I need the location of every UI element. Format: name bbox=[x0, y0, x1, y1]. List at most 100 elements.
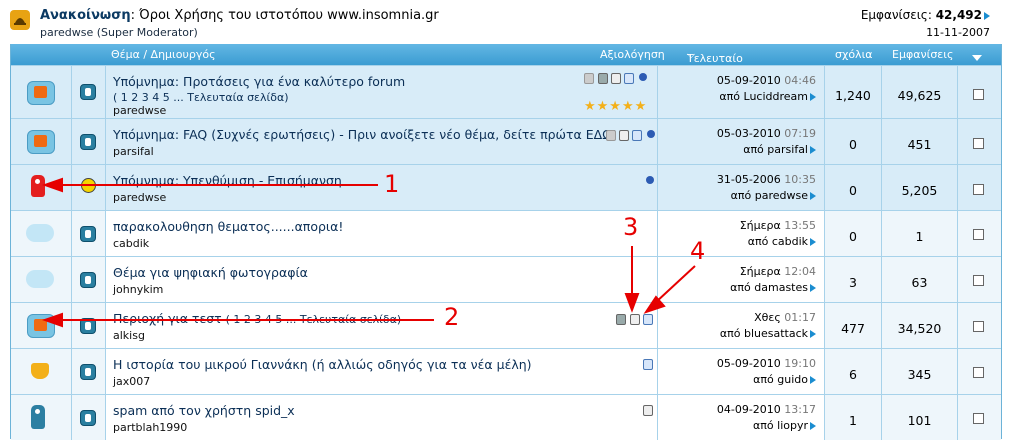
pin-icon bbox=[647, 130, 655, 138]
header-last-post[interactable]: Τελευταίο μήνυμα ⌵ bbox=[687, 48, 743, 78]
page-links[interactable]: ( 1 2 3 4 5 ... Τελευταία σελίδα) bbox=[113, 91, 289, 104]
header-replies[interactable]: σχόλια bbox=[835, 48, 873, 61]
last-post-user[interactable]: από cabdik bbox=[748, 235, 816, 248]
reply-count[interactable]: 0 bbox=[825, 229, 881, 244]
last-post-user[interactable]: από guido bbox=[753, 373, 816, 386]
paperclip-icon bbox=[611, 73, 621, 84]
thread-title[interactable]: spam από τον χρήστη spid_x bbox=[113, 403, 295, 418]
announcement-author[interactable]: paredwse (Super Moderator) bbox=[40, 26, 198, 39]
announcement-date: 11-11-2007 bbox=[926, 26, 990, 39]
last-post-date: Χθες 01:17 bbox=[754, 311, 816, 324]
sticky-folder-icon bbox=[27, 130, 55, 154]
thread-author[interactable]: alkisg bbox=[113, 329, 145, 342]
thread-title[interactable]: Υπόμνημα: Υπενθύμιση - Επισήμανση bbox=[113, 173, 342, 188]
thread-prefix-icon bbox=[80, 134, 96, 150]
row-checkbox[interactable] bbox=[973, 229, 984, 240]
last-post-user[interactable]: από bluesattack bbox=[720, 327, 816, 340]
announcement-title[interactable]: Ανακοίνωση: Όροι Χρήσης του ιστοτόπου ww… bbox=[40, 8, 439, 23]
cloud-folder-icon bbox=[26, 224, 54, 242]
row-checkbox[interactable] bbox=[973, 89, 984, 100]
table-row: spam από τον χρήστη spid_x partblah1990 … bbox=[11, 394, 1001, 440]
thread-author[interactable]: paredwse bbox=[113, 104, 166, 117]
view-count: 345 bbox=[907, 367, 932, 382]
last-post-user[interactable]: από liopyr bbox=[753, 419, 816, 432]
warning-prefix-icon bbox=[81, 178, 96, 193]
attachment-icon bbox=[606, 130, 616, 141]
arrow-right-icon[interactable] bbox=[984, 11, 990, 20]
thread-title[interactable]: Υπόμνημα: FAQ (Συχνές ερωτήσεις) - Πριν … bbox=[113, 127, 617, 142]
last-post-date: Σήμερα 12:04 bbox=[739, 265, 816, 278]
thread-title[interactable]: παρακολουθηση θεματος......απορια! bbox=[113, 219, 343, 234]
last-post-user[interactable]: από damastes bbox=[730, 281, 816, 294]
last-post-date: 05-03-2010 07:19 bbox=[716, 127, 816, 140]
thread-author[interactable]: johnykim bbox=[113, 283, 163, 296]
header-views[interactable]: Εμφανίσεις bbox=[892, 48, 953, 61]
thread-author[interactable]: cabdik bbox=[113, 237, 149, 250]
reply-count[interactable]: 477 bbox=[825, 321, 881, 336]
thread-prefix-icon bbox=[80, 226, 96, 242]
thread-title[interactable]: Περιοχή για τεστ ( 1 2 3 4 5 ... Τελευτα… bbox=[113, 311, 401, 326]
table-row: παρακολουθηση θεματος......απορια! cabdi… bbox=[11, 210, 1001, 257]
page-links[interactable]: ( 1 2 3 4 5 ... Τελευταία σελίδα) bbox=[226, 313, 402, 326]
last-post-date: Σήμερα 13:55 bbox=[739, 219, 816, 232]
checkmark-icon bbox=[643, 359, 653, 370]
locked-folder-icon bbox=[31, 405, 45, 429]
table-row: Υπόμνημα: Υπενθύμιση - Επισήμανση paredw… bbox=[11, 164, 1001, 211]
reply-count[interactable]: 1,240 bbox=[825, 88, 881, 103]
rating-stars: ★★★★★ bbox=[584, 99, 648, 114]
thread-prefix-icon bbox=[80, 364, 96, 380]
table-header: Θέμα / Δημιουργός Αξιολόγηση Τελευταίο μ… bbox=[11, 44, 1001, 78]
annotation-label: 1 bbox=[384, 170, 400, 198]
thread-title[interactable]: Θέμα για ψηφιακή φωτογραφία bbox=[113, 265, 308, 280]
thread-author[interactable]: jax007 bbox=[113, 375, 150, 388]
thread-title[interactable]: Η ιστορία του μικρού Γιαννάκη (ή αλλιώς … bbox=[113, 357, 532, 372]
thread-author[interactable]: partblah1990 bbox=[113, 421, 187, 434]
pin-icon bbox=[639, 73, 647, 81]
hot-folder-icon bbox=[27, 314, 55, 338]
view-count: 5,205 bbox=[901, 183, 938, 198]
reply-count[interactable]: 3 bbox=[825, 275, 881, 290]
reply-count[interactable]: 0 bbox=[825, 137, 881, 152]
reply-count[interactable]: 1 bbox=[825, 413, 881, 428]
last-post-user[interactable]: από parsifal bbox=[743, 143, 816, 156]
table-row: Υπόμνημα: Προτάσεις για ένα καλύτερο for… bbox=[11, 65, 1001, 119]
header-rating[interactable]: Αξιολόγηση bbox=[600, 48, 665, 61]
locked-sticky-icon bbox=[31, 175, 45, 197]
row-checkbox[interactable] bbox=[973, 367, 984, 378]
last-post-date: 31-05-2006 10:35 bbox=[716, 173, 816, 186]
last-post-user[interactable]: από Luciddream bbox=[719, 90, 816, 103]
thread-author[interactable]: paredwse bbox=[113, 191, 166, 204]
last-post-user[interactable]: από paredwse bbox=[731, 189, 816, 202]
view-count: 101 bbox=[907, 413, 932, 428]
row-checkbox[interactable] bbox=[973, 275, 984, 286]
pin-icon bbox=[646, 176, 654, 184]
thread-table: Θέμα / Δημιουργός Αξιολόγηση Τελευταίο μ… bbox=[10, 44, 1002, 440]
checkmark-icon bbox=[643, 314, 653, 325]
thread-prefix-icon bbox=[80, 410, 96, 426]
last-post-date: 05-09-2010 19:10 bbox=[716, 357, 816, 370]
reply-count[interactable]: 0 bbox=[825, 183, 881, 198]
view-count: 34,520 bbox=[897, 321, 942, 336]
row-checkbox[interactable] bbox=[973, 138, 984, 149]
announcement-icon bbox=[10, 10, 30, 30]
reply-count[interactable]: 6 bbox=[825, 367, 881, 382]
view-count: 1 bbox=[915, 229, 924, 244]
thread-author[interactable]: parsifal bbox=[113, 145, 154, 158]
view-count: 451 bbox=[907, 137, 932, 152]
row-checkbox[interactable] bbox=[973, 184, 984, 195]
crown-folder-icon bbox=[31, 363, 49, 379]
table-row: Περιοχή για τεστ ( 1 2 3 4 5 ... Τελευτα… bbox=[11, 302, 1001, 349]
announcement-views: Εμφανίσεις: 42,492 bbox=[861, 8, 990, 22]
view-count: 63 bbox=[911, 275, 928, 290]
trash-icon bbox=[598, 73, 608, 84]
cloud-folder-icon bbox=[26, 270, 54, 288]
thread-title[interactable]: Υπόμνημα: Προτάσεις για ένα καλύτερο for… bbox=[113, 74, 405, 89]
last-post-date: 04-09-2010 13:17 bbox=[716, 403, 816, 416]
header-topic[interactable]: Θέμα / Δημιουργός bbox=[111, 48, 216, 61]
thread-prefix-icon bbox=[80, 84, 96, 100]
last-post-date: 05-09-2010 04:46 bbox=[716, 74, 816, 87]
row-checkbox[interactable] bbox=[973, 321, 984, 332]
attachment-icon bbox=[584, 73, 594, 84]
row-checkbox[interactable] bbox=[973, 413, 984, 424]
table-row: Η ιστορία του μικρού Γιαννάκη (ή αλλιώς … bbox=[11, 348, 1001, 395]
